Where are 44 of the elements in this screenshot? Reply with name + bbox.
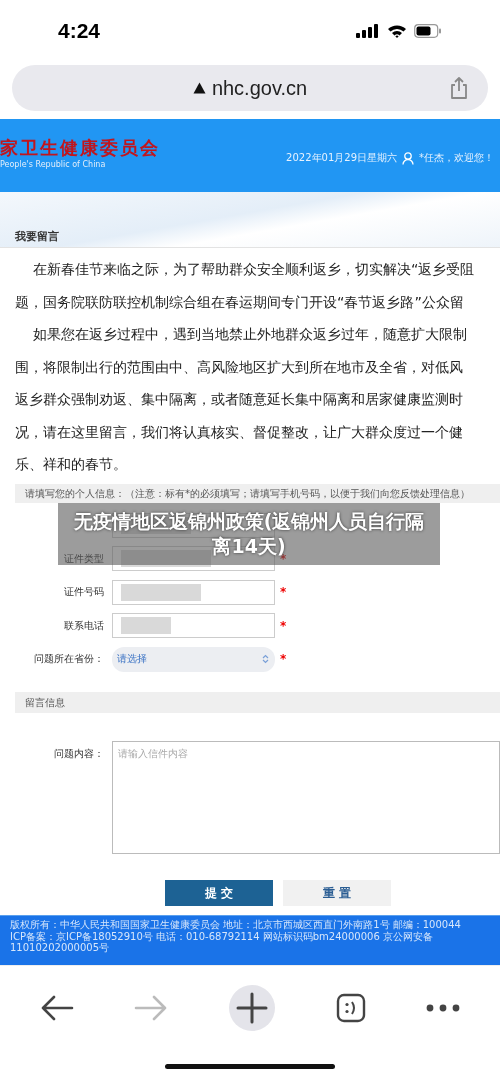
- footer-text: ICP备案：京ICP备18052910号 电话：010-68792114 网站标识码bm24000006 京公网安备 11010202000005号: [10, 930, 434, 954]
- form-note: 请填写您的个人信息：（注意：标有*的必须填写；请填写手机号码，以便于我们向您反馈处理信息）: [25, 486, 471, 500]
- user-greeting: *任杰，欢迎您！: [419, 151, 494, 165]
- field-label: 联系电话: [63, 618, 105, 633]
- address-bar[interactable]: nhc.gov.cn: [12, 65, 488, 111]
- required-asterisk: *: [280, 652, 287, 667]
- site-title: 家卫生健康委员会: [0, 137, 160, 159]
- paragraph-line: 如果您在返乡过程中，遇到当地禁止外地群众返乡过年，随意扩大限制: [32, 325, 468, 344]
- paragraph-line: 在新春佳节来临之际，为了帮助群众安全顺利返乡，切实解决“返乡受阻: [32, 260, 476, 279]
- province-select[interactable]: 请选择: [112, 646, 275, 672]
- paragraph-line: 况，请在这里留言，我们将认真核实、督促整改，让广大群众度过一个健: [15, 422, 464, 442]
- site-subtitle: People's Republic of China: [0, 159, 107, 171]
- required-asterisk: *: [280, 618, 287, 633]
- paragraph-line: 题，国务院联防联控机制综合组在春运期间专门开设“春节返乡路”公众留: [15, 292, 465, 312]
- user-icon: [402, 151, 414, 165]
- new-tab-icon[interactable]: [228, 984, 276, 1032]
- required-asterisk: *: [280, 585, 287, 600]
- field-label: 证件号码: [63, 585, 105, 600]
- message-textarea[interactable]: 请输入信件内容: [111, 741, 500, 854]
- updown-icon: [262, 654, 269, 665]
- more-icon[interactable]: [426, 1004, 460, 1012]
- paragraph-line: 乐、祥和的春节。: [15, 455, 128, 474]
- input-field[interactable]: [112, 613, 275, 639]
- battery-icon: [414, 24, 442, 38]
- header-date: 2022年01月29日星期六: [286, 151, 397, 165]
- field-label: 问题内容：: [52, 747, 105, 761]
- paragraph-line: 围，将限制出行的范围由中、高风险地区扩大到所在地市及全省，对低风: [15, 357, 464, 377]
- wifi-icon: [387, 24, 407, 38]
- tabs-icon[interactable]: [336, 993, 366, 1023]
- footer-text: 版权所有：中华人民共和国国家卫生健康委员会 地址：北京市西城区西直门外南路1号 邮编：100044: [10, 919, 462, 930]
- status-time: 4:24: [58, 19, 101, 43]
- url-text: nhc.gov.cn: [211, 76, 308, 100]
- submit-button[interactable]: 提 交: [165, 880, 273, 906]
- section-heading: 留言信息: [25, 696, 66, 709]
- warning-icon: [192, 82, 206, 94]
- field-label: 证件类型: [63, 551, 105, 566]
- section-title: 我要留言: [15, 229, 59, 244]
- input-field[interactable]: [112, 579, 275, 605]
- signal-icon: [356, 24, 380, 38]
- field-label: 问题所在省份：: [33, 652, 105, 667]
- back-icon[interactable]: [40, 995, 74, 1021]
- paragraph-line: 返乡群众强制劝返、集中隔离，或者随意延长集中隔离和居家健康监测时: [15, 390, 464, 409]
- share-icon[interactable]: [450, 76, 468, 100]
- reset-button[interactable]: 重 置: [283, 880, 391, 906]
